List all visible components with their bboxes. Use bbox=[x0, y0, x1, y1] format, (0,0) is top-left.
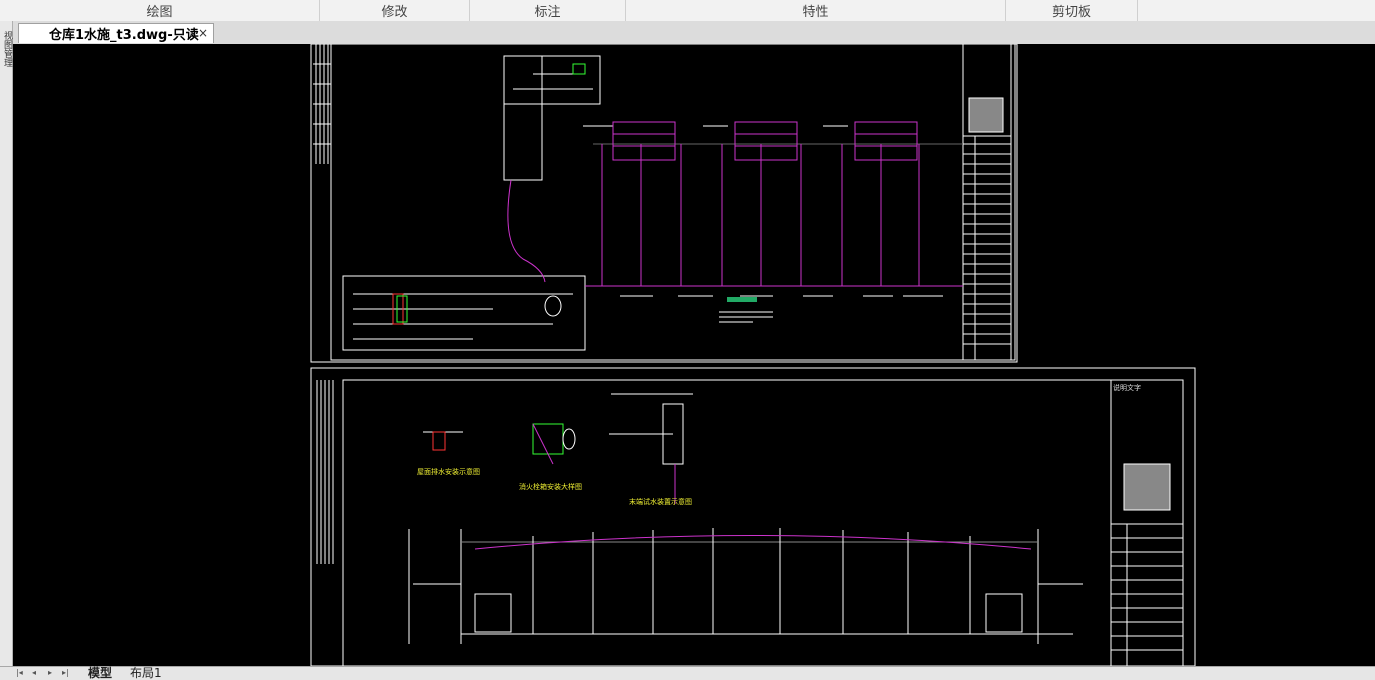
ribbon-group-properties[interactable]: 特性 bbox=[626, 0, 1006, 21]
lower-title-block bbox=[1110, 379, 1184, 666]
ribbon-group-properties-label: 特性 bbox=[802, 5, 829, 20]
next-layout-button[interactable]: ▸ bbox=[48, 668, 52, 677]
last-layout-button[interactable]: ▸| bbox=[62, 668, 69, 677]
lower-sheet-frame bbox=[310, 367, 1196, 666]
layout-tab-bar: |◂ ◂ ▸ ▸| 模型 布局1 bbox=[0, 666, 1375, 680]
ribbon-group-draw[interactable]: 绘图 bbox=[0, 0, 320, 21]
detail-caption-test-valve: 末端试水装置示意图 bbox=[629, 497, 692, 506]
first-layout-button[interactable]: |◂ bbox=[16, 668, 23, 677]
upper-sheet-frame bbox=[310, 44, 1018, 363]
previous-layout-button[interactable]: ◂ bbox=[32, 668, 36, 677]
ribbon-group-modify[interactable]: 修改 bbox=[320, 0, 470, 21]
side-panel-strip[interactable]: 视图管理 bbox=[0, 21, 13, 667]
detail-caption-roof-drain: 屋面排水安装示意图 bbox=[417, 467, 480, 476]
tab-model[interactable]: 模型 bbox=[88, 667, 112, 680]
cad-drawing: 说明文字 屋面排水安装示意图 消火栓箱安装大样图 末端试水装置示意图 bbox=[310, 44, 1196, 666]
upper-annotation-labels bbox=[583, 125, 963, 323]
close-icon[interactable]: × bbox=[198, 26, 208, 40]
ribbon-group-draw-label: 绘图 bbox=[146, 5, 173, 20]
lower-sheet-header: 说明文字 bbox=[1113, 383, 1141, 392]
ribbon-group-clipboard[interactable]: 剪切板 bbox=[1006, 0, 1138, 21]
legend-highlight bbox=[727, 297, 757, 302]
upper-binding-strip bbox=[313, 44, 331, 164]
tab-layout1[interactable]: 布局1 bbox=[130, 667, 162, 680]
document-tab[interactable]: 仓库1水施_t3.dwg-只读 × bbox=[18, 23, 214, 43]
lower-binding-strip bbox=[316, 380, 334, 564]
ribbon-group-modify-label: 修改 bbox=[381, 5, 408, 20]
upper-title-block bbox=[962, 44, 1012, 361]
document-tab-title: 仓库1水施_t3.dwg-只读 bbox=[49, 28, 199, 43]
ribbon-group-annotate[interactable]: 标注 bbox=[470, 0, 626, 21]
drawing-canvas[interactable]: 说明文字 屋面排水安装示意图 消火栓箱安装大样图 末端试水装置示意图 bbox=[13, 44, 1375, 666]
ribbon-panel-bar: 绘图 修改 标注 特性 剪切板 bbox=[0, 0, 1375, 22]
detail-caption-hydrant: 消火栓箱安装大样图 bbox=[519, 482, 582, 491]
ribbon-group-annotate-label: 标注 bbox=[534, 5, 561, 20]
ribbon-group-clipboard-label: 剪切板 bbox=[1051, 5, 1091, 20]
